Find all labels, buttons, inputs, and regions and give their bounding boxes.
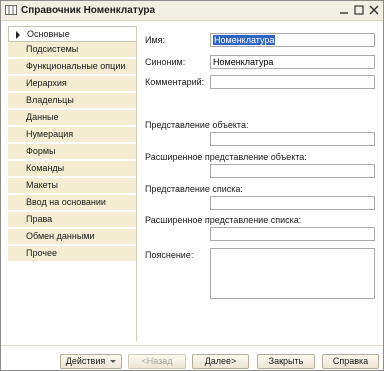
sidebar-item-numbering[interactable]: Нумерация — [8, 127, 136, 143]
title-bar[interactable]: Справочник Номенклатура — [1, 1, 383, 21]
catalog-icon — [5, 5, 17, 15]
list-presentation-label: Представление списка: — [145, 184, 243, 194]
sections-sidebar: Основные Подсистемы Функциональные опции… — [8, 26, 136, 266]
ext-list-presentation-field[interactable] — [210, 227, 375, 241]
sidebar-item-label: Владельцы — [26, 95, 74, 105]
close-icon[interactable] — [368, 4, 380, 16]
close-label: Закрыть — [268, 356, 304, 366]
actions-label: Действия — [65, 356, 106, 366]
ext-object-presentation-label: Расширенное представление объекта: — [145, 152, 307, 162]
sidebar-item-functional-options[interactable]: Функциональные опции — [8, 59, 136, 75]
sidebar-item-forms[interactable]: Формы — [8, 144, 136, 160]
maximize-icon[interactable] — [353, 4, 365, 16]
ext-list-presentation-label: Расширенное представление списка: — [145, 215, 302, 225]
help-label: Справка — [332, 356, 369, 366]
back-label: <Назад — [141, 356, 173, 366]
sidebar-item-label: Основные — [27, 29, 70, 39]
sidebar-item-commands[interactable]: Команды — [8, 161, 136, 177]
sidebar-item-label: Прочее — [26, 248, 57, 258]
next-button[interactable]: Далее> — [192, 354, 249, 369]
sidebar-item-label: Функциональные опции — [26, 61, 126, 71]
catalog-window: Справочник Номенклатура Основные Подсист… — [0, 0, 384, 371]
sidebar-item-hierarchy[interactable]: Иерархия — [8, 76, 136, 92]
footer-separator — [1, 345, 383, 346]
explanation-label: Пояснение: — [145, 250, 194, 260]
comment-field[interactable] — [210, 75, 375, 89]
sidebar-item-label: Формы — [26, 146, 56, 156]
comment-label: Комментарий: — [145, 77, 205, 87]
minimize-icon[interactable] — [338, 4, 350, 16]
sidebar-item-subsystems[interactable]: Подсистемы — [8, 42, 136, 58]
close-button[interactable]: Закрыть — [257, 354, 315, 369]
sidebar-item-label: Команды — [26, 163, 65, 173]
back-button[interactable]: <Назад — [128, 354, 186, 369]
sidebar-item-main[interactable]: Основные — [8, 26, 136, 42]
sidebar-item-label: Данные — [26, 112, 59, 122]
ext-object-presentation-field[interactable] — [210, 164, 375, 178]
explanation-textarea[interactable] — [210, 248, 375, 299]
synonym-field[interactable]: Номенклатура — [210, 55, 375, 69]
name-label: Имя: — [145, 35, 166, 45]
sidebar-item-owners[interactable]: Владельцы — [8, 93, 136, 109]
current-section-arrow-icon — [16, 31, 20, 39]
name-field[interactable]: Номенклатура — [210, 33, 375, 47]
next-label: Далее> — [204, 356, 237, 366]
sidebar-item-input-based-on[interactable]: Ввод на основании — [8, 195, 136, 211]
sidebar-item-label: Подсистемы — [26, 44, 79, 54]
sidebar-item-label: Права — [26, 214, 53, 224]
sidebar-divider — [136, 26, 137, 341]
sidebar-item-label: Нумерация — [26, 129, 74, 139]
sidebar-item-data[interactable]: Данные — [8, 110, 136, 126]
list-presentation-field[interactable] — [210, 196, 375, 210]
window-title: Справочник Номенклатура — [21, 5, 156, 16]
dropdown-arrow-icon — [110, 360, 117, 364]
sidebar-item-other[interactable]: Прочее — [8, 246, 136, 262]
help-button[interactable]: Справка — [322, 354, 379, 369]
object-presentation-label: Представление объекта: — [145, 120, 249, 130]
sidebar-item-label: Обмен данными — [26, 231, 95, 241]
sidebar-item-data-exchange[interactable]: Обмен данными — [8, 229, 136, 245]
object-presentation-field[interactable] — [210, 132, 375, 146]
name-value: Номенклатура — [213, 35, 276, 45]
sidebar-item-label: Макеты — [26, 180, 58, 190]
sidebar-item-templates[interactable]: Макеты — [8, 178, 136, 194]
sidebar-item-rights[interactable]: Права — [8, 212, 136, 228]
sidebar-item-label: Иерархия — [26, 78, 67, 88]
synonym-label: Синоним: — [145, 57, 186, 67]
actions-button[interactable]: Действия — [60, 354, 122, 369]
sidebar-item-label: Ввод на основании — [26, 197, 106, 207]
